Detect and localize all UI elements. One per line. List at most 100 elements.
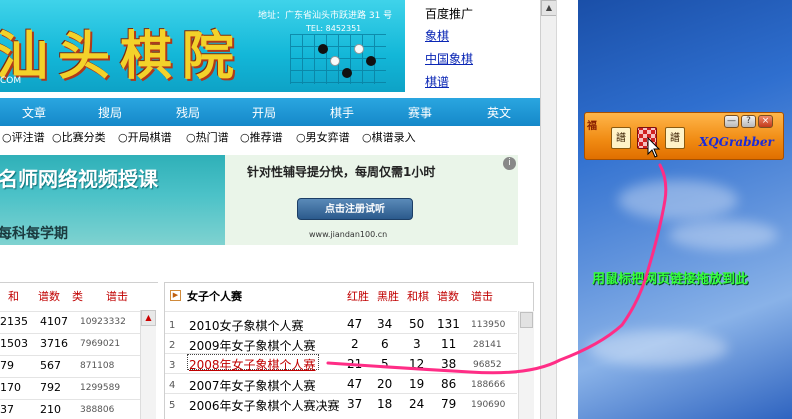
record-icon[interactable]: 譜 xyxy=(611,127,631,149)
table-cell: 388806 xyxy=(80,405,115,415)
section-arrow-icon: ▶ xyxy=(170,290,181,301)
minimize-button[interactable]: — xyxy=(724,115,739,128)
event-link[interactable]: 2009年女子象棋个人赛 xyxy=(189,337,316,354)
table-cell: 34 xyxy=(377,317,393,331)
nav-openings[interactable]: 开局 xyxy=(252,104,276,121)
table-title[interactable]: 女子个人赛 xyxy=(187,288,242,304)
ad-headline: 名师网络视频授课 xyxy=(0,167,158,191)
subnav-record-entry[interactable]: ○棋谱录入 xyxy=(362,129,416,145)
row-divider xyxy=(0,355,140,356)
column-header-black-wins: 黑胜 xyxy=(377,290,399,303)
subnav-annotated[interactable]: ○评注谱 xyxy=(2,129,45,145)
right-table-scrollbar[interactable] xyxy=(518,311,534,419)
column-header-game-count: 谱数 xyxy=(437,290,459,303)
ad-banner[interactable]: 名师网络视频授课 每科每学期 针对性辅导提分快，每周仅需1小时 点击注册试听 w… xyxy=(0,155,518,245)
icon-glyph: 譜 xyxy=(616,133,626,144)
table-cell: 2135 xyxy=(0,315,28,328)
table-cell: 5 xyxy=(381,357,389,371)
subnav-match-category[interactable]: ○比赛分类 xyxy=(52,129,106,145)
nav-english[interactable]: 英文 xyxy=(487,104,511,121)
nav-articles[interactable]: 文章 xyxy=(22,104,46,121)
table-cell: 28141 xyxy=(473,340,502,350)
table-cell: 1503 xyxy=(0,337,28,350)
drop-target-board-icon[interactable] xyxy=(637,127,657,149)
row-divider xyxy=(0,311,140,312)
page-scrollbar[interactable]: ▲ xyxy=(540,0,557,419)
table-cell: 50 xyxy=(409,317,425,331)
ad-url: www.jiandan100.cn xyxy=(309,230,388,239)
row-index: 2 xyxy=(169,340,176,351)
xqgrabber-widget[interactable]: 福 譜 譜 XQGrabber — ? × xyxy=(584,112,784,160)
table-cell: 12 xyxy=(409,357,425,371)
table-cell: 190690 xyxy=(471,400,506,410)
top-link-xiangqi[interactable]: 象棋 xyxy=(425,27,449,44)
table-cell: 47 xyxy=(347,377,363,391)
event-link[interactable]: 2007年女子象棋个人赛 xyxy=(189,377,316,394)
event-link[interactable]: 2010女子象棋个人赛 xyxy=(189,317,304,334)
table-cell: 170 xyxy=(0,381,21,394)
record-list-icon[interactable]: 譜 xyxy=(665,127,685,149)
xqgrabber-name: XQGrabber xyxy=(699,135,774,149)
column-header-records: 谱数 xyxy=(38,290,60,303)
black-stone xyxy=(342,68,352,78)
ad-left-panel: 名师网络视频授课 每科每学期 xyxy=(0,155,225,245)
scroll-up-arrow-icon[interactable]: ▲ xyxy=(541,0,557,16)
row-divider xyxy=(0,377,140,378)
drag-drop-hint: 用鼠标把网页链接拖放到此 xyxy=(592,272,749,287)
nav-events[interactable]: 赛事 xyxy=(408,104,432,121)
table-cell: 37 xyxy=(0,403,14,416)
table-cell: 10923332 xyxy=(80,317,126,327)
ad-register-button[interactable]: 点击注册试听 xyxy=(297,198,413,220)
top-links: 百度推广 象棋 中国象棋 棋谱 xyxy=(405,0,533,92)
row-divider xyxy=(0,333,140,334)
event-link[interactable]: 2006年女子象棋个人赛决赛 xyxy=(189,397,340,414)
white-stone xyxy=(354,44,364,54)
table-cell: 37 xyxy=(347,397,363,411)
table-cell: 79 xyxy=(441,397,457,411)
subnav-opening-records[interactable]: ○开局棋谱 xyxy=(118,129,172,145)
table-cell: 18 xyxy=(377,397,393,411)
top-link-baidu-promo[interactable]: 百度推广 xyxy=(425,5,473,22)
row-divider xyxy=(165,373,517,374)
table-cell: 24 xyxy=(409,397,425,411)
column-header-draws: 和棋 xyxy=(407,290,429,303)
table-cell: 2 xyxy=(351,337,359,351)
table-cell: 21 xyxy=(347,357,363,371)
ad-subline: 每科每学期 xyxy=(0,226,68,242)
top-link-chinese-chess[interactable]: 中国象棋 xyxy=(425,50,473,67)
scrollbar-thumb[interactable] xyxy=(520,312,533,328)
table-cell: 3 xyxy=(413,337,421,351)
nav-endgames[interactable]: 残局 xyxy=(176,104,200,121)
table-cell: 210 xyxy=(40,403,61,416)
black-stone xyxy=(318,44,328,54)
site-domain-suffix: COM xyxy=(0,76,22,86)
close-button[interactable]: × xyxy=(758,115,773,128)
table-cell: 19 xyxy=(409,377,425,391)
event-link-selected[interactable]: 2008年女子象棋个人赛 xyxy=(189,356,316,373)
column-header-type: 类 xyxy=(72,290,83,303)
table-cell: 79 xyxy=(0,359,14,372)
site-title: 汕头棋院 xyxy=(0,26,245,87)
help-button[interactable]: ? xyxy=(741,115,756,128)
table-cell: 20 xyxy=(377,377,393,391)
nav-search-games[interactable]: 搜局 xyxy=(98,104,122,121)
ad-info-icon[interactable]: i xyxy=(503,157,516,170)
black-stone xyxy=(366,56,376,66)
table-cell: 6 xyxy=(381,337,389,351)
row-divider xyxy=(165,393,517,394)
table-cell: 7969021 xyxy=(80,339,121,349)
ad-right-panel: 针对性辅导提分快，每周仅需1小时 点击注册试听 www.jiandan100.c… xyxy=(225,155,518,245)
scroll-up-arrow-icon[interactable]: ▲ xyxy=(141,310,156,326)
table-cell: 567 xyxy=(40,359,61,372)
table-cell: 871108 xyxy=(80,361,115,371)
cloud-decoration xyxy=(618,180,738,220)
subnav-popular[interactable]: ○热门谱 xyxy=(186,129,229,145)
nav-players[interactable]: 棋手 xyxy=(330,104,354,121)
subnav-men-women[interactable]: ○男女弈谱 xyxy=(296,129,350,145)
subnav-recommended[interactable]: ○推荐谱 xyxy=(240,129,283,145)
column-header-hits: 谱击 xyxy=(106,290,128,303)
table-cell: 47 xyxy=(347,317,363,331)
left-table-scrollbar[interactable]: ▲ xyxy=(140,310,156,419)
top-link-game-records[interactable]: 棋谱 xyxy=(425,73,449,90)
table-cell: 113950 xyxy=(471,320,506,330)
